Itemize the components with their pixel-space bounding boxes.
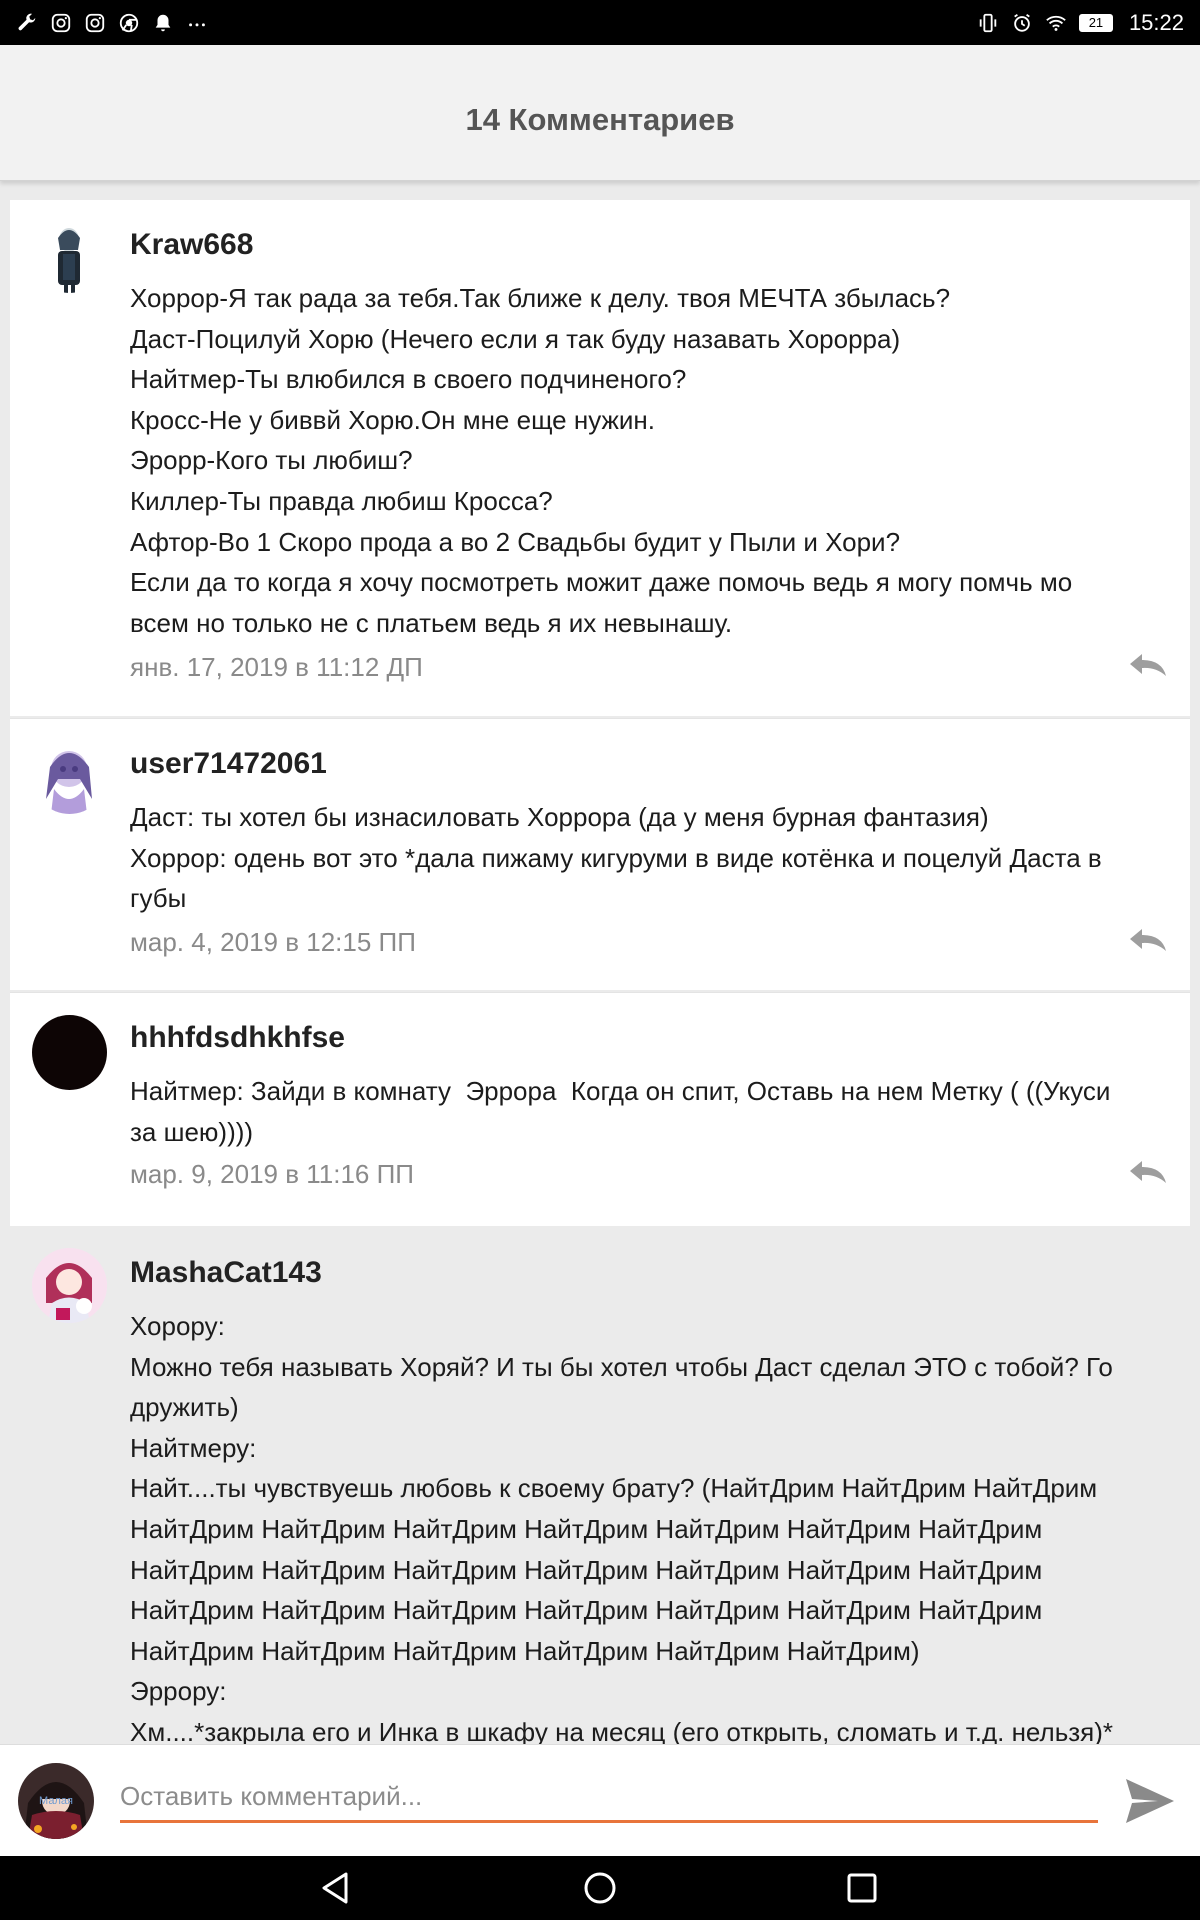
comment-line: Можно тебя называть Хоряй? И ты бы хотел… <box>130 1351 1113 1382</box>
send-icon <box>1126 1779 1174 1823</box>
comment-composer: Малая <box>0 1744 1200 1857</box>
wrench-icon <box>16 12 38 34</box>
comment-item: hhhfdsdhkhfse Найтмер: Зайди в комнату Э… <box>10 992 1190 1226</box>
comment-body: Найтмер: Зайди в комнату Эррора Когда он… <box>130 1071 1180 1152</box>
avatar[interactable] <box>32 218 107 293</box>
comment-line: Найтмеру: <box>130 1432 257 1463</box>
comment-timestamp: мар. 4, 2019 в 12:15 ПП <box>130 927 416 957</box>
comment-line: НайтДрим НайтДрим НайтДрим НайтДрим Найт… <box>130 1595 1043 1626</box>
comment-body: Даст: ты хотел бы изнасиловать Хоррора (… <box>130 797 1180 919</box>
comment-line: Кросс-Не у биввй Хорю.Он мне еще нужин. <box>130 404 656 435</box>
comment-line: всем но только не с платьем ведь я их не… <box>130 607 733 638</box>
user-avatar[interactable]: Малая <box>18 1763 94 1839</box>
instagram-icon <box>84 12 106 34</box>
send-button[interactable] <box>1122 1775 1178 1827</box>
avatar-caption: Малая <box>39 1795 73 1807</box>
comment-body: Хорору: Можно тебя называть Хоряй? И ты … <box>130 1306 1180 1744</box>
comments-header: 14 Комментариев <box>0 45 1200 181</box>
comment-input[interactable] <box>120 1773 1098 1823</box>
avatar[interactable] <box>32 1248 107 1323</box>
comment-timestamp: мар. 9, 2019 в 11:16 ПП <box>130 1159 414 1189</box>
avatar[interactable] <box>32 739 107 814</box>
comment-line: за шею)))) <box>130 1116 254 1147</box>
comment-line: Если да то когда я хочу посмотреть можит… <box>130 567 1073 598</box>
status-bar-right: 21 15:22 <box>977 10 1184 36</box>
comment-author[interactable]: Kraw668 <box>130 228 253 262</box>
comment-line: НайтДрим НайтДрим НайтДрим НайтДрим Найт… <box>130 1554 1043 1585</box>
comment-line: дружить) <box>130 1392 239 1423</box>
comment-line: НайтДрим НайтДрим НайтДрим НайтДрим Найт… <box>130 1513 1043 1544</box>
comment-author[interactable]: MashaCat143 <box>130 1256 322 1290</box>
notification-bell-icon <box>152 12 174 34</box>
comment-line: Эрорр-Кого ты любиш? <box>130 445 413 476</box>
chrome-icon <box>118 12 140 34</box>
status-bar: 21 15:22 <box>0 0 1200 45</box>
comment-line: Хм....*закрыла его и Инка в шкафу на мес… <box>130 1716 1114 1744</box>
wifi-icon <box>1045 12 1067 34</box>
back-button[interactable] <box>318 1870 354 1906</box>
comment-line: Найтмер-Ты влюбился в своего подчиненого… <box>130 364 687 395</box>
comment-line: Даст-Поцилуй Хорю (Нечего если я так буд… <box>130 323 901 354</box>
recents-button[interactable] <box>844 1870 880 1906</box>
comment-line: Хорору: <box>130 1311 225 1341</box>
comment-line: Хоррор-Я так рада за тебя.Так ближе к де… <box>130 283 951 313</box>
status-time: 15:22 <box>1128 9 1184 35</box>
page-title: 14 Комментариев <box>465 101 735 137</box>
comment-line: Киллер-Ты правда любиш Кросса? <box>130 485 553 516</box>
comment-item: user71472061 Даст: ты хотел бы изнасилов… <box>10 718 1190 990</box>
reply-icon[interactable] <box>1128 652 1168 678</box>
home-button[interactable] <box>582 1870 618 1906</box>
comment-timestamp: янв. 17, 2019 в 11:12 ДП <box>130 652 423 682</box>
comment-line: губы <box>130 883 187 914</box>
comment-item: Kraw668 Хоррор-Я так рада за тебя.Так бл… <box>10 200 1190 716</box>
comment-line: Даст: ты хотел бы изнасиловать Хоррора (… <box>130 802 989 832</box>
comment-author[interactable]: user71472061 <box>130 747 327 781</box>
more-icon <box>186 12 208 34</box>
comment-item: MashaCat143 Хорору: Можно тебя называть … <box>10 1228 1190 1744</box>
comment-line: НайтДрим НайтДрим НайтДрим НайтДрим Найт… <box>130 1635 920 1666</box>
instagram-icon <box>50 12 72 34</box>
reply-icon[interactable] <box>1128 927 1168 953</box>
comment-line: Эррору: <box>130 1676 227 1707</box>
reply-icon[interactable] <box>1128 1159 1168 1185</box>
avatar[interactable] <box>32 1015 107 1090</box>
system-nav-bar <box>0 1856 1200 1920</box>
comment-line: Афтор-Во 1 Скоро прода а во 2 Свадьбы бу… <box>130 526 901 557</box>
vibrate-icon <box>977 12 999 34</box>
comment-body: Хоррор-Я так рада за тебя.Так ближе к де… <box>130 278 1180 643</box>
recents-icon <box>847 1873 877 1903</box>
comments-list[interactable]: Kraw668 Хоррор-Я так рада за тебя.Так бл… <box>0 182 1200 1744</box>
home-icon <box>584 1872 616 1904</box>
comment-author[interactable]: hhhfdsdhkhfse <box>130 1021 345 1055</box>
comment-line: Найтмер: Зайди в комнату Эррора Когда он… <box>130 1076 1111 1106</box>
alarm-icon <box>1011 12 1033 34</box>
comment-line: Найт....ты чувствуешь любовь к своему бр… <box>130 1473 1098 1504</box>
comment-line: Хоррор: одень вот это *дала пижаму кигур… <box>130 842 1102 873</box>
back-icon <box>322 1872 348 1904</box>
status-bar-left <box>16 12 208 34</box>
battery-icon: 21 <box>1078 13 1113 32</box>
